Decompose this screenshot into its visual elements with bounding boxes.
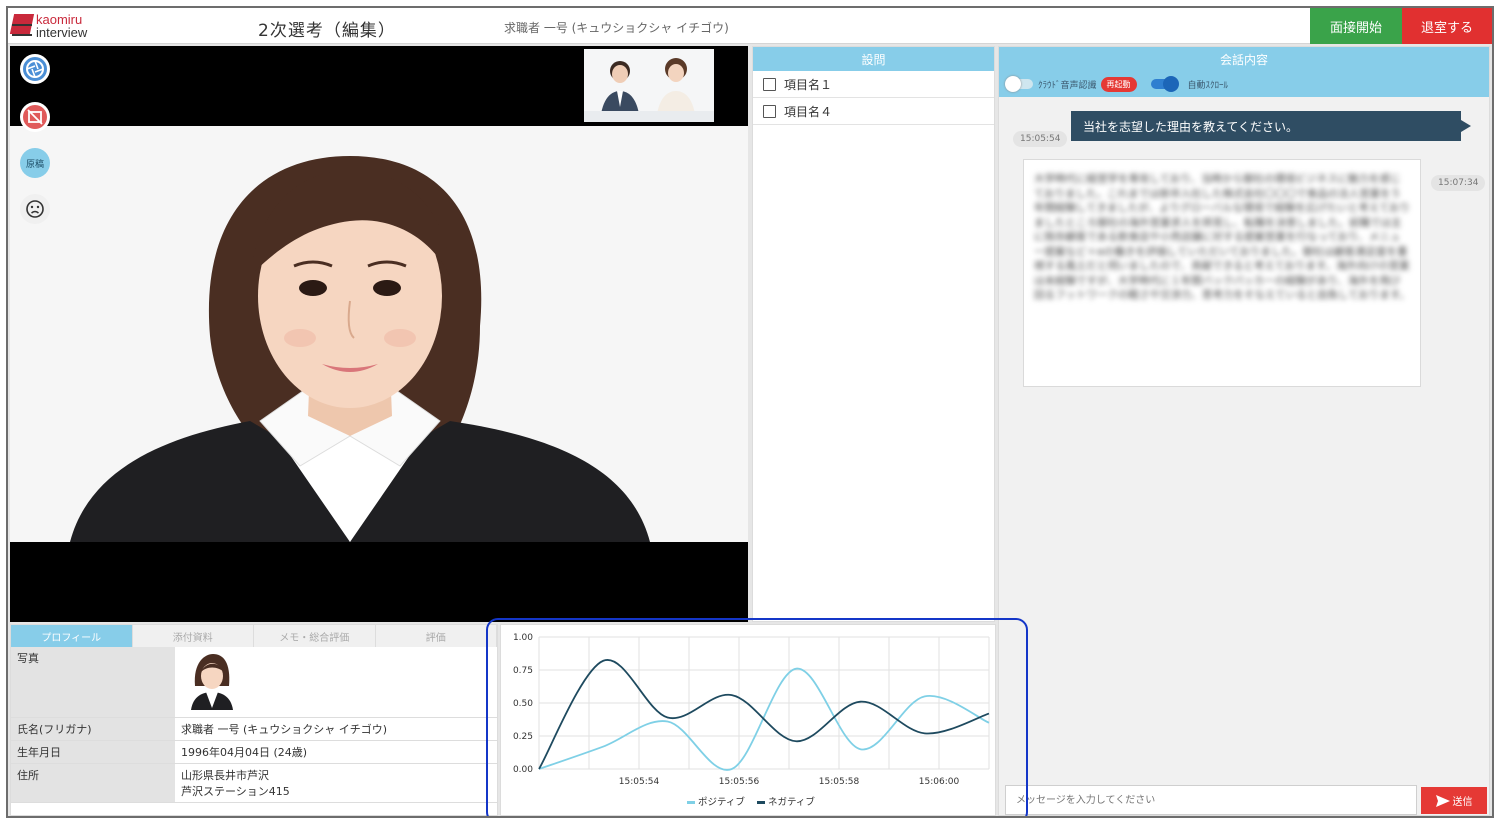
question-item[interactable]: 項目名１ xyxy=(753,71,994,98)
profile-table: 写真 氏名(フリガナ) 求職者 一号 (キュウショクシャ イチゴウ) 生年月日 … xyxy=(11,647,497,803)
candidate-name: 求職者 一号 (キュウショクシャ イチゴウ) xyxy=(504,21,729,35)
table-row: 写真 xyxy=(11,647,497,718)
restart-button[interactable]: 再起動 xyxy=(1100,76,1137,92)
photo-cell xyxy=(175,647,497,718)
table-row: 生年月日 1996年04月04日 (24歳) xyxy=(11,740,497,764)
logo-stripes xyxy=(12,24,32,36)
cloud-recognition-toggle[interactable] xyxy=(1005,76,1033,92)
candidate-video: 原稿 xyxy=(10,46,748,622)
start-interview-button[interactable]: 面接開始 xyxy=(1310,8,1402,44)
emotion-button[interactable] xyxy=(20,194,50,224)
questions-panel: 設問 項目名１ 項目名４ xyxy=(752,46,995,622)
table-row: 住所 山形県長井市芦沢 芦沢ステーション415 xyxy=(11,763,497,803)
question-item[interactable]: 項目名４ xyxy=(753,98,994,125)
tab-evaluation[interactable]: 評価 xyxy=(375,625,497,647)
autoscroll-label: 自動ｽｸﾛｰﾙ xyxy=(1187,80,1229,91)
conversation-header: 会話内容 xyxy=(999,47,1489,71)
address-line-2: 芦沢ステーション415 xyxy=(181,784,290,798)
logo-text-bottom: interview xyxy=(36,25,88,40)
sad-face-icon xyxy=(26,200,44,218)
candidate-photo xyxy=(187,650,237,710)
candidate-portrait xyxy=(10,126,748,542)
legend-swatch xyxy=(757,801,765,804)
candidate-message: 大学時代に経営学を専攻しており、当時から御社の環境ビジネスに魅力を感じておりまし… xyxy=(1023,159,1421,387)
cloud-recognition-label: ｸﾗｳﾄﾞ音声認識 xyxy=(1038,80,1097,91)
candidate-video-frame xyxy=(10,126,748,542)
legend-label: ネガティブ xyxy=(768,796,815,808)
conversation-toolbar: ｸﾗｳﾄﾞ音声認識 再起動 自動ｽｸﾛｰﾙ xyxy=(999,71,1489,97)
birthdate-label: 生年月日 xyxy=(11,740,175,764)
birthdate-value: 1996年04月04日 (24歳) xyxy=(175,740,497,764)
logo: kaomiru interview xyxy=(9,12,108,40)
message-input[interactable] xyxy=(1005,785,1417,815)
x-tick-label: 15:05:54 xyxy=(619,777,660,787)
interviewer-video-thumbnail[interactable] xyxy=(584,49,714,122)
address-line-1: 山形県長井市芦沢 xyxy=(181,768,269,782)
tab-profile[interactable]: プロフィール xyxy=(11,625,133,647)
leave-room-button[interactable]: 退室する xyxy=(1402,8,1492,44)
camera-shutter-icon xyxy=(26,60,44,78)
app-window: kaomiru interview 2次選考（編集） 求職者 一号 (キュウショ… xyxy=(6,6,1494,818)
negative-series-line xyxy=(538,659,990,770)
question-label: 項目名４ xyxy=(784,104,833,119)
profile-panel: プロフィール 添付資料 メモ・総合評価 評価 写真 氏名(フリガナ) 求職者 一… xyxy=(10,624,498,816)
interviewer-message: 当社を志望した理由を教えてください。 xyxy=(1071,111,1471,141)
checkbox[interactable] xyxy=(763,77,776,91)
script-icon: 原稿 xyxy=(25,159,44,170)
send-icon xyxy=(1435,794,1450,807)
toggle-knob xyxy=(1005,76,1021,92)
x-tick-label: 15:05:58 xyxy=(819,777,860,787)
y-tick-label: 0.25 xyxy=(513,732,533,742)
checkbox[interactable] xyxy=(763,104,776,118)
x-tick-label: 15:05:56 xyxy=(719,777,760,787)
y-tick-label: 0.00 xyxy=(513,765,533,775)
profile-tabs: プロフィール 添付資料 メモ・総合評価 評価 xyxy=(11,625,497,647)
questions-header: 設問 xyxy=(753,47,994,71)
table-row: 氏名(フリガナ) 求職者 一号 (キュウショクシャ イチゴウ) xyxy=(11,717,497,741)
header-bar: kaomiru interview 2次選考（編集） 求職者 一号 (キュウショ… xyxy=(8,8,1492,44)
emotion-chart-panel: 0.00 0.25 0.50 0.75 1.00 15:05:54 15:05:56 15:0… xyxy=(500,624,996,816)
video-off-button[interactable] xyxy=(20,102,50,132)
legend-swatch xyxy=(687,801,695,804)
video-off-icon xyxy=(27,109,43,125)
autoscroll-toggle[interactable] xyxy=(1150,76,1179,92)
send-button[interactable]: 送信 xyxy=(1421,787,1487,814)
candidate-message-text: 大学時代に経営学を専攻しており、当時から御社の環境ビジネスに魅力を感じておりまし… xyxy=(1034,173,1411,301)
script-button[interactable]: 原稿 xyxy=(20,148,50,178)
tab-attachments[interactable]: 添付資料 xyxy=(132,625,254,647)
address-label: 住所 xyxy=(11,763,175,803)
name-value: 求職者 一号 (キュウショクシャ イチゴウ) xyxy=(175,717,497,741)
send-label: 送信 xyxy=(1452,797,1473,808)
answer-timestamp: 15:07:34 xyxy=(1431,175,1486,191)
y-tick-label: 1.00 xyxy=(513,633,533,643)
name-label: 氏名(フリガナ) xyxy=(11,717,175,741)
toggle-knob xyxy=(1162,76,1179,92)
question-label: 項目名１ xyxy=(784,77,833,92)
interviewer-portrait xyxy=(584,49,714,122)
tab-memo[interactable]: メモ・総合評価 xyxy=(254,625,376,647)
y-tick-label: 0.50 xyxy=(513,699,533,709)
conversation-panel: 会話内容 ｸﾗｳﾄﾞ音声認識 再起動 自動ｽｸﾛｰﾙ 15:05:54 当社を志… xyxy=(998,46,1490,816)
camera-toggle-button[interactable] xyxy=(20,54,50,84)
address-value: 山形県長井市芦沢 芦沢ステーション415 xyxy=(175,763,497,803)
x-tick-label: 15:06:00 xyxy=(919,777,960,787)
legend-label: ポジティブ xyxy=(698,796,745,808)
photo-label: 写真 xyxy=(11,647,175,718)
y-tick-label: 0.75 xyxy=(513,666,533,676)
emotion-chart: 0.00 0.25 0.50 0.75 1.00 15:05:54 15:05:56 15:0… xyxy=(513,633,990,808)
question-timestamp: 15:05:54 xyxy=(1013,131,1068,147)
page-title: 2次選考（編集） xyxy=(258,21,396,41)
